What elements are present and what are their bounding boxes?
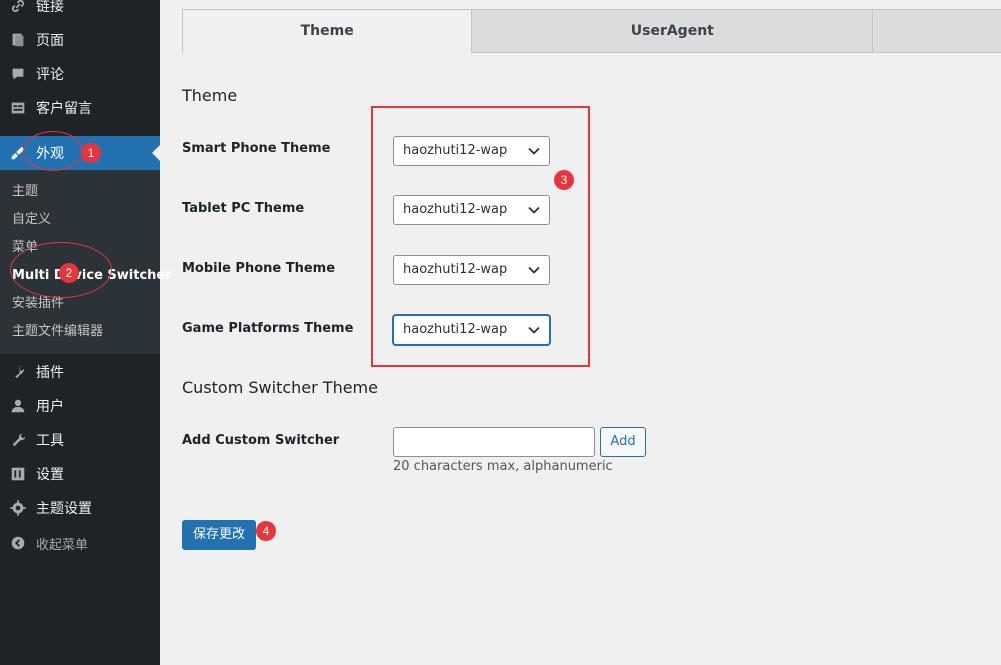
submenu-item-themes[interactable]: 主题 xyxy=(12,181,38,203)
menu-label: 用户 xyxy=(36,399,64,415)
tab-theme[interactable]: Theme xyxy=(182,9,473,53)
annotation-badge-1: 1 xyxy=(81,143,101,163)
comments-icon xyxy=(0,65,36,83)
annotation-badge-3: 3 xyxy=(554,170,574,190)
menu-item-pages[interactable]: 页面 xyxy=(0,23,160,57)
users-icon xyxy=(0,397,36,415)
collapse-label: 收起菜单 xyxy=(36,537,89,553)
tablet-pc-theme-label: Tablet PC Theme xyxy=(182,201,305,216)
menu-item-guestbook[interactable]: 客户留言 xyxy=(0,91,160,125)
menu-label: 页面 xyxy=(36,33,64,49)
plugins-icon xyxy=(0,363,36,381)
submenu-item-theme-editor[interactable]: 主题文件编辑器 xyxy=(12,321,103,343)
annotation-badge-4: 4 xyxy=(256,521,276,541)
tools-icon xyxy=(0,431,36,449)
menu-item-users[interactable]: 用户 xyxy=(0,389,160,423)
custom-switcher-input[interactable] xyxy=(393,427,595,457)
smart-phone-theme-label: Smart Phone Theme xyxy=(182,141,331,156)
menu-label: 主题设置 xyxy=(36,501,92,517)
menu-item-tools[interactable]: 工具 xyxy=(0,423,160,457)
tab-extra[interactable] xyxy=(872,9,1001,53)
custom-switcher-hint: 20 characters max, alphanumeric xyxy=(393,459,613,474)
collapse-icon xyxy=(0,534,36,552)
save-changes-button[interactable]: 保存更改 xyxy=(182,520,256,550)
menu-item-plugins[interactable]: 插件 xyxy=(0,355,160,389)
collapse-menu-button[interactable]: 收起菜单 xyxy=(0,526,160,560)
annotation-badge-2: 2 xyxy=(59,263,79,283)
menu-item-theme-settings[interactable]: 主题设置 xyxy=(0,491,160,525)
annotation-box-3 xyxy=(371,106,590,367)
gear-icon xyxy=(0,499,36,517)
mobile-phone-theme-label: Mobile Phone Theme xyxy=(182,261,336,276)
add-custom-switcher-label: Add Custom Switcher xyxy=(182,433,340,448)
menu-label: 链接 xyxy=(36,0,64,15)
menu-label: 设置 xyxy=(36,467,64,483)
menu-label: 工具 xyxy=(36,433,64,449)
admin-sidebar: 链接 页面 评论 客户留言 外观 主题 自定义 菜单 Multi Device … xyxy=(0,0,172,665)
submenu-item-customize[interactable]: 自定义 xyxy=(12,209,51,231)
guestbook-icon xyxy=(0,99,36,117)
theme-heading: Theme xyxy=(182,86,238,105)
custom-switcher-heading: Custom Switcher Theme xyxy=(182,378,378,397)
menu-item-links[interactable]: 链接 xyxy=(0,0,160,23)
add-button[interactable]: Add xyxy=(600,427,646,457)
game-platforms-theme-label: Game Platforms Theme xyxy=(182,321,354,336)
annotation-ellipse-1 xyxy=(23,131,83,171)
menu-label: 评论 xyxy=(36,67,64,83)
tab-useragent[interactable]: UserAgent xyxy=(471,9,874,53)
menu-label: 插件 xyxy=(36,365,64,381)
settings-tabs: Theme UserAgent xyxy=(182,9,1001,53)
menu-label: 客户留言 xyxy=(36,101,92,117)
pages-icon xyxy=(0,31,36,49)
link-icon xyxy=(0,0,36,15)
menu-item-settings[interactable]: 设置 xyxy=(0,457,160,491)
menu-item-comments[interactable]: 评论 xyxy=(0,57,160,91)
settings-icon xyxy=(0,465,36,483)
